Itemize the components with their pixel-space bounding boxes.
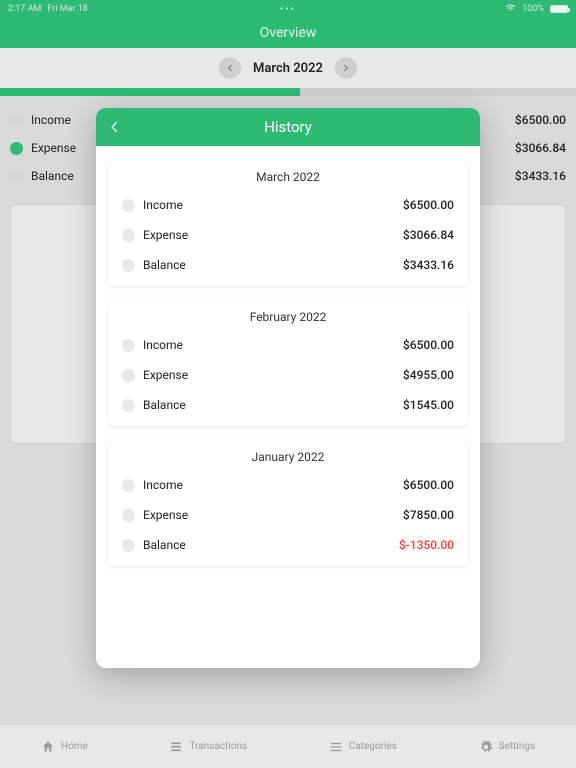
nav-transactions[interactable]: Transactions <box>169 740 247 754</box>
nav-settings[interactable]: Settings <box>479 740 536 754</box>
status-time: 2:17 AM <box>8 4 41 14</box>
history-row-label: Balance <box>143 258 186 272</box>
dot-icon <box>122 369 135 382</box>
dot-icon <box>122 399 135 412</box>
home-icon <box>41 740 55 754</box>
chevron-right-icon <box>341 63 351 73</box>
history-row: Balance $-1350.00 <box>122 530 454 560</box>
dot-icon <box>122 479 135 492</box>
status-date: Fri Mar 18 <box>47 4 87 14</box>
dot-icon <box>10 142 23 155</box>
history-row-value: $6500.00 <box>403 198 454 212</box>
nav-home[interactable]: Home <box>41 740 88 754</box>
prev-month-button[interactable] <box>219 57 241 79</box>
history-row-value: $1545.00 <box>403 398 454 412</box>
page-title: Overview <box>260 25 317 41</box>
summary-label: Balance <box>31 169 74 183</box>
history-row: Balance $1545.00 <box>122 390 454 420</box>
nav-label: Transactions <box>189 741 247 752</box>
bottom-nav: Home Transactions Categories Settings <box>0 724 576 768</box>
nav-label: Categories <box>349 741 397 752</box>
status-right: 100% <box>505 2 568 16</box>
dot-icon <box>122 199 135 212</box>
history-month-title: March 2022 <box>122 170 454 184</box>
history-row-value: $4955.00 <box>403 368 454 382</box>
dot-icon <box>10 114 23 127</box>
dot-icon <box>122 339 135 352</box>
history-modal: History March 2022 Income $6500.00 Expense $… <box>96 108 480 668</box>
modal-header: History <box>96 108 480 146</box>
history-row-value: $6500.00 <box>403 478 454 492</box>
summary-value: $3433.16 <box>515 169 566 183</box>
history-month-card: February 2022 Income $6500.00 Expense $4955.… <box>108 300 468 426</box>
chevron-left-icon <box>225 63 235 73</box>
status-left: 2:17 AM Fri Mar 18 <box>8 4 88 14</box>
history-row: Balance $3433.16 <box>122 250 454 280</box>
modal-body[interactable]: March 2022 Income $6500.00 Expense $3066.84 B… <box>96 146 480 668</box>
history-row: Income $6500.00 <box>122 330 454 360</box>
history-row-value: $6500.00 <box>403 338 454 352</box>
month-label: March 2022 <box>253 61 323 76</box>
history-row-label: Expense <box>143 228 188 242</box>
progress-bar <box>0 88 576 96</box>
history-row-value: $7850.00 <box>403 508 454 522</box>
summary-value: $6500.00 <box>515 113 566 127</box>
status-dots: ••• <box>280 4 296 15</box>
nav-label: Settings <box>499 741 536 752</box>
history-row-label: Expense <box>143 508 188 522</box>
categories-icon <box>329 740 343 754</box>
history-row-value: $3433.16 <box>403 258 454 272</box>
dot-icon <box>122 539 135 552</box>
month-selector: March 2022 <box>0 48 576 88</box>
history-row: Income $6500.00 <box>122 190 454 220</box>
dot-icon <box>122 259 135 272</box>
dot-icon <box>122 509 135 522</box>
history-row: Expense $4955.00 <box>122 360 454 390</box>
history-month-title: January 2022 <box>122 450 454 464</box>
next-month-button[interactable] <box>335 57 357 79</box>
history-month-card: March 2022 Income $6500.00 Expense $3066.84 B… <box>108 160 468 286</box>
history-row: Income $6500.00 <box>122 470 454 500</box>
list-icon <box>169 740 183 754</box>
back-button[interactable] <box>96 108 134 146</box>
nav-label: Home <box>61 741 88 752</box>
summary-label: Income <box>31 113 71 127</box>
summary-value: $3066.84 <box>515 141 566 155</box>
chevron-left-icon <box>108 120 122 134</box>
wifi-icon <box>505 2 516 16</box>
history-month-card: January 2022 Income $6500.00 Expense $7850.0… <box>108 440 468 566</box>
history-row-label: Balance <box>143 398 186 412</box>
modal-title: History <box>96 118 480 136</box>
history-row-value: $3066.84 <box>403 228 454 242</box>
gear-icon <box>479 740 493 754</box>
battery-percent: 100% <box>522 4 544 14</box>
status-bar: 2:17 AM Fri Mar 18 ••• 100% <box>0 0 576 18</box>
history-row-label: Income <box>143 478 183 492</box>
history-row: Expense $3066.84 <box>122 220 454 250</box>
battery-icon <box>550 5 568 13</box>
progress-fill <box>0 88 300 96</box>
summary-label: Expense <box>31 141 76 155</box>
history-row-value: $-1350.00 <box>399 538 454 552</box>
dot-icon <box>10 170 23 183</box>
dot-icon <box>122 229 135 242</box>
nav-categories[interactable]: Categories <box>329 740 397 754</box>
history-row-label: Income <box>143 338 183 352</box>
history-month-title: February 2022 <box>122 310 454 324</box>
history-row-label: Expense <box>143 368 188 382</box>
history-row-label: Balance <box>143 538 186 552</box>
history-row: Expense $7850.00 <box>122 500 454 530</box>
history-row-label: Income <box>143 198 183 212</box>
page-header: Overview <box>0 18 576 48</box>
